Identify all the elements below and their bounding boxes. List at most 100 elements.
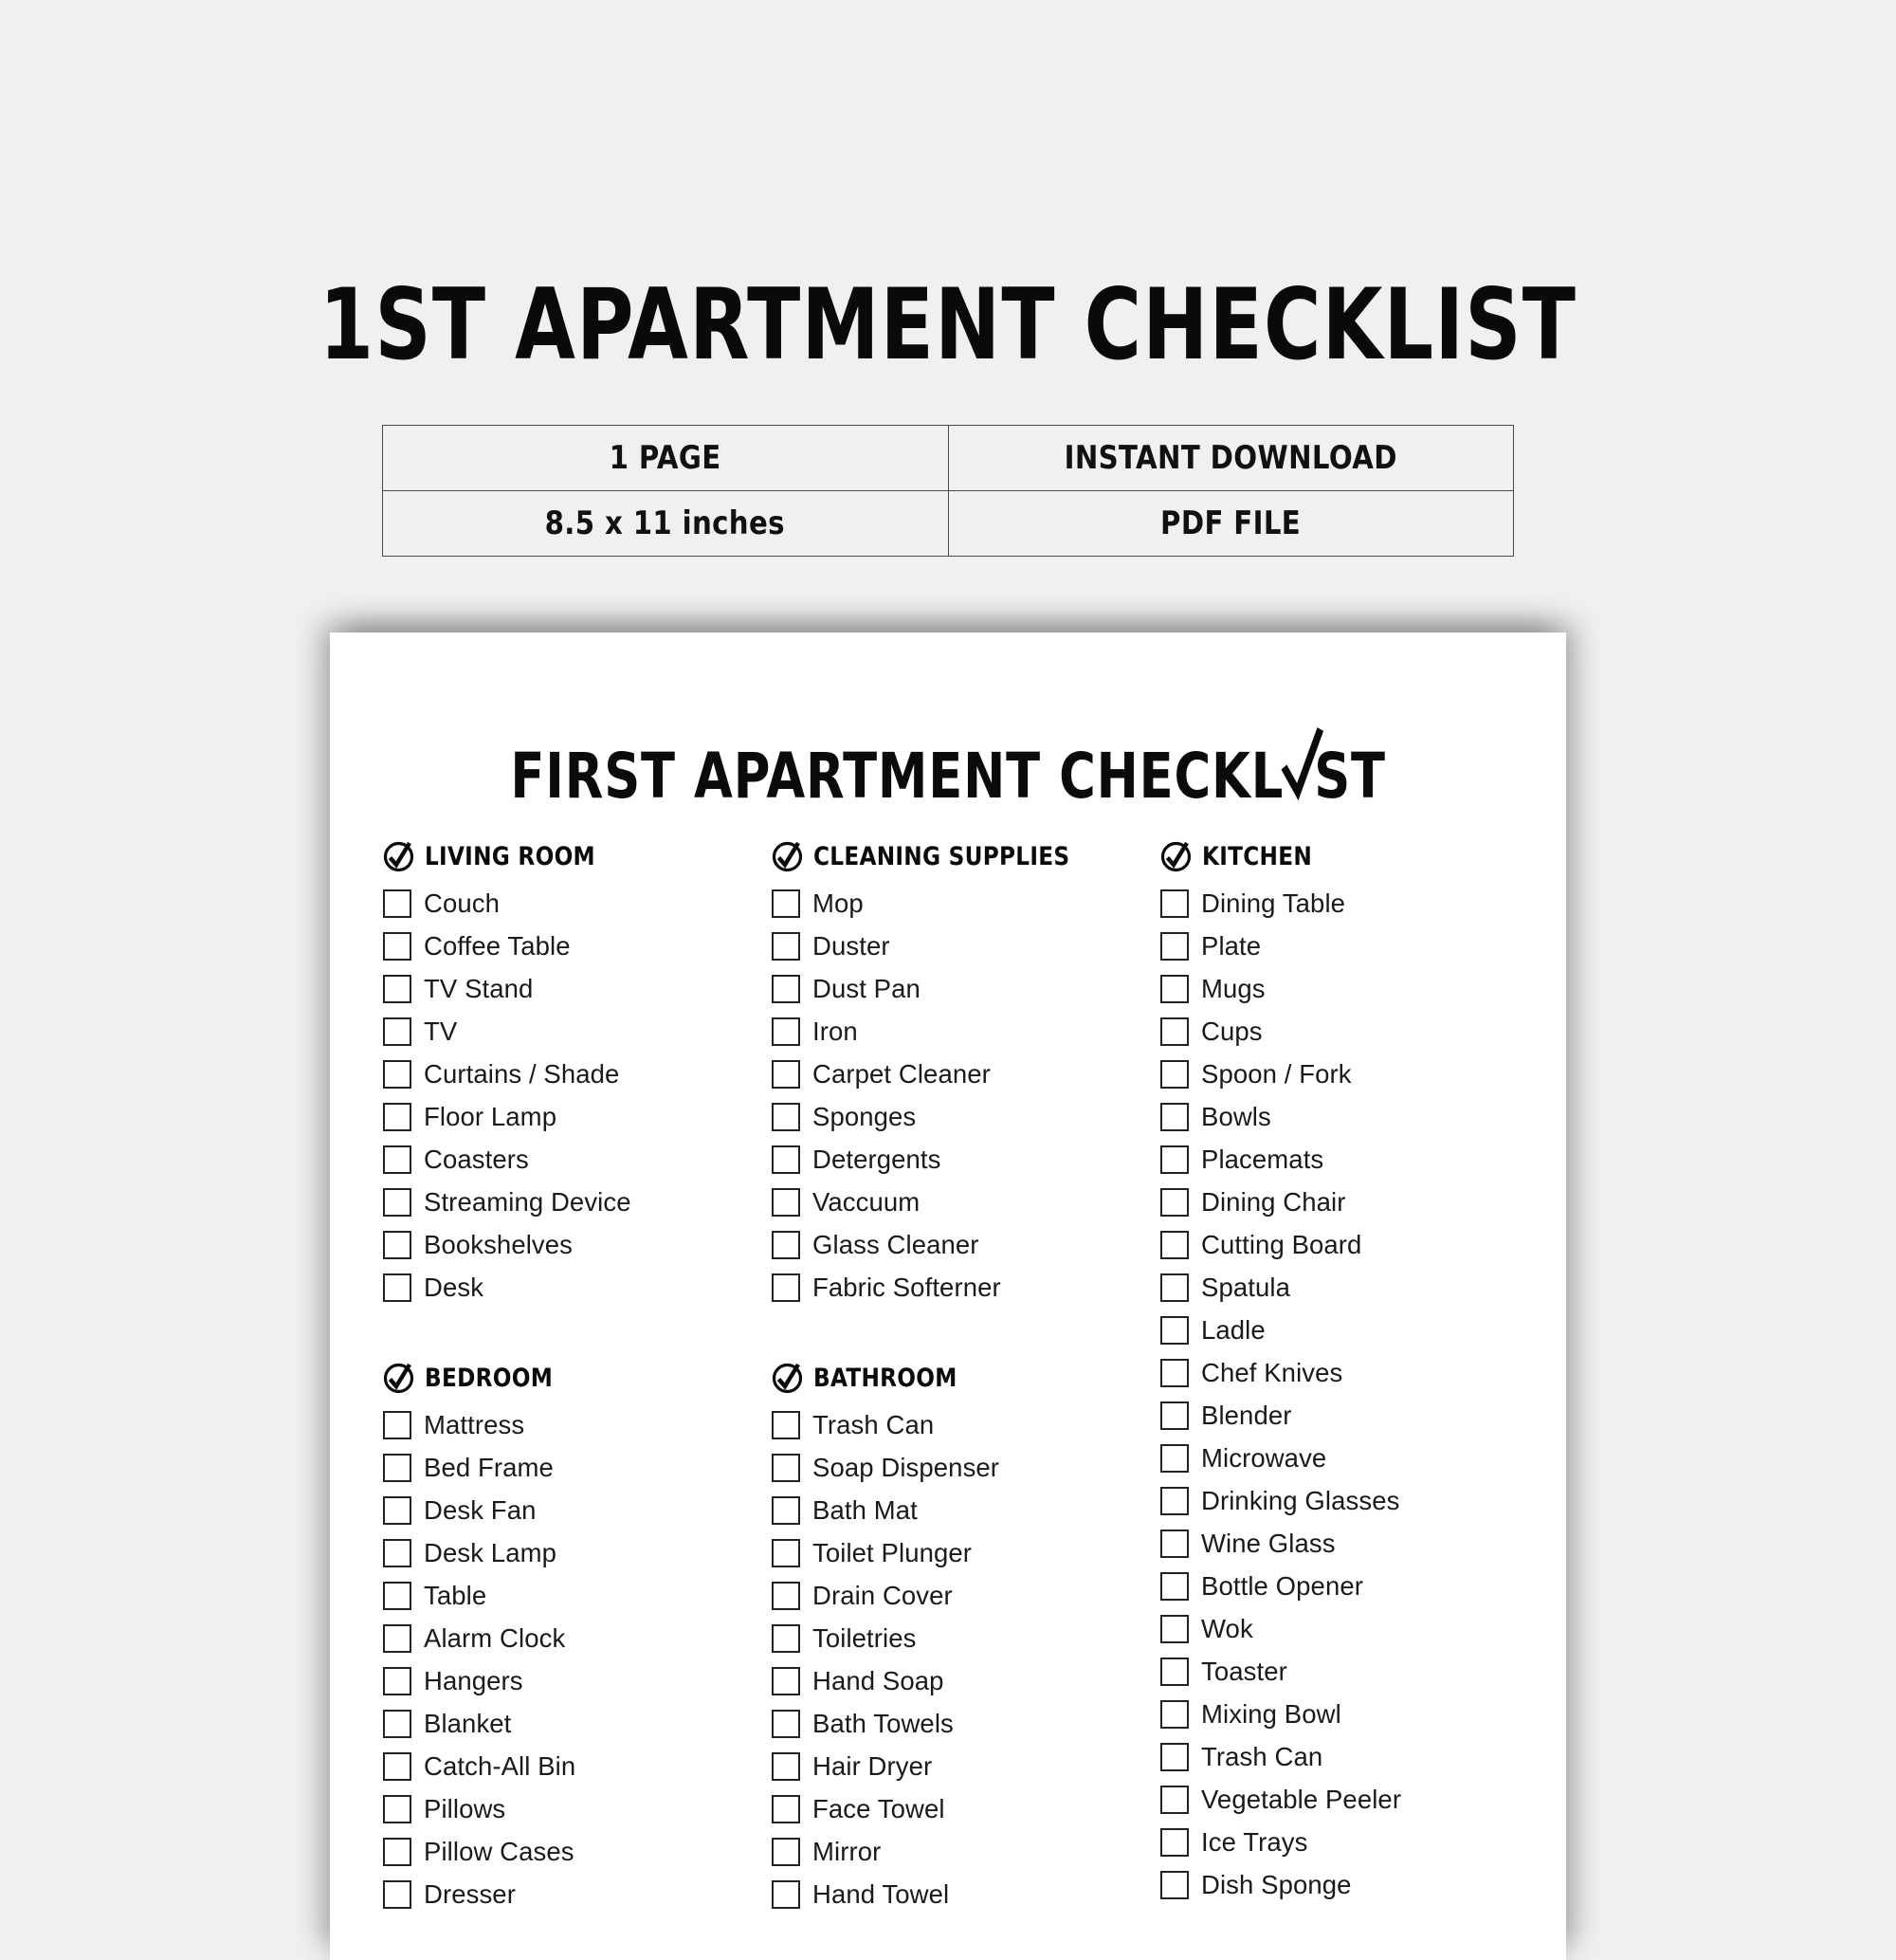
checkbox[interactable] bbox=[772, 1623, 800, 1653]
checkbox[interactable] bbox=[772, 1879, 800, 1909]
checkbox[interactable] bbox=[383, 1410, 411, 1439]
checkbox[interactable] bbox=[383, 1187, 411, 1217]
checkbox[interactable] bbox=[1160, 1059, 1189, 1089]
checklist-item[interactable]: Bottle Opener bbox=[1160, 1565, 1540, 1607]
checklist-item[interactable]: Sponges bbox=[772, 1095, 1151, 1138]
checklist-item[interactable]: Hair Dryer bbox=[772, 1745, 1151, 1787]
checklist-item[interactable]: Pillow Cases bbox=[383, 1830, 762, 1873]
checklist-item[interactable]: Coasters bbox=[383, 1138, 762, 1181]
checkbox[interactable] bbox=[772, 1017, 800, 1046]
checklist-item[interactable]: Soap Dispenser bbox=[772, 1446, 1151, 1489]
checkbox[interactable] bbox=[383, 1581, 411, 1610]
checklist-item[interactable]: Drinking Glasses bbox=[1160, 1479, 1540, 1522]
checklist-item[interactable]: TV bbox=[383, 1010, 762, 1053]
checklist-item[interactable]: Microwave bbox=[1160, 1437, 1540, 1479]
checkbox[interactable] bbox=[1160, 1870, 1189, 1899]
checkbox[interactable] bbox=[772, 1273, 800, 1302]
checklist-item[interactable]: Dresser bbox=[383, 1873, 762, 1915]
checkbox[interactable] bbox=[772, 1453, 800, 1482]
checklist-item[interactable]: Duster bbox=[772, 925, 1151, 967]
checklist-item[interactable]: Blanket bbox=[383, 1702, 762, 1745]
checklist-item[interactable]: Curtains / Shade bbox=[383, 1053, 762, 1095]
checklist-item[interactable]: Plate bbox=[1160, 925, 1540, 967]
checkbox[interactable] bbox=[383, 1102, 411, 1131]
checklist-item[interactable]: Drain Cover bbox=[772, 1574, 1151, 1617]
checkbox[interactable] bbox=[772, 931, 800, 961]
checklist-item[interactable]: Glass Cleaner bbox=[772, 1223, 1151, 1266]
checkbox[interactable] bbox=[1160, 1102, 1189, 1131]
checklist-item[interactable]: Pillows bbox=[383, 1787, 762, 1830]
checkbox[interactable] bbox=[383, 1273, 411, 1302]
checklist-item[interactable]: Bed Frame bbox=[383, 1446, 762, 1489]
checklist-item[interactable]: Iron bbox=[772, 1010, 1151, 1053]
checklist-item[interactable]: Hand Towel bbox=[772, 1873, 1151, 1915]
checkbox[interactable] bbox=[1160, 1657, 1189, 1686]
checkbox[interactable] bbox=[383, 1230, 411, 1259]
checklist-item[interactable]: Ice Trays bbox=[1160, 1821, 1540, 1863]
checklist-item[interactable]: Spoon / Fork bbox=[1160, 1053, 1540, 1095]
checkbox[interactable] bbox=[772, 1059, 800, 1089]
checklist-item[interactable]: Cutting Board bbox=[1160, 1223, 1540, 1266]
checklist-item[interactable]: Ladle bbox=[1160, 1309, 1540, 1351]
checklist-item[interactable]: Couch bbox=[383, 882, 762, 925]
checkbox[interactable] bbox=[383, 1538, 411, 1567]
checklist-item[interactable]: Dust Pan bbox=[772, 967, 1151, 1010]
checkbox[interactable] bbox=[772, 1666, 800, 1695]
checklist-item[interactable]: Wok bbox=[1160, 1607, 1540, 1650]
checkbox[interactable] bbox=[383, 1751, 411, 1781]
checkbox[interactable] bbox=[772, 1410, 800, 1439]
checkbox[interactable] bbox=[1160, 1315, 1189, 1345]
checkbox[interactable] bbox=[772, 974, 800, 1003]
checkbox[interactable] bbox=[1160, 1358, 1189, 1387]
checklist-item[interactable]: Toilet Plunger bbox=[772, 1531, 1151, 1574]
checklist-item[interactable]: Face Towel bbox=[772, 1787, 1151, 1830]
checkbox[interactable] bbox=[1160, 1443, 1189, 1473]
checkbox[interactable] bbox=[383, 1623, 411, 1653]
checkbox[interactable] bbox=[1160, 1486, 1189, 1515]
checkbox[interactable] bbox=[383, 1059, 411, 1089]
checklist-item[interactable]: Toiletries bbox=[772, 1617, 1151, 1659]
checklist-item[interactable]: Coffee Table bbox=[383, 925, 762, 967]
checklist-item[interactable]: Mugs bbox=[1160, 967, 1540, 1010]
checkbox[interactable] bbox=[1160, 1699, 1189, 1729]
checklist-item[interactable]: Mattress bbox=[383, 1403, 762, 1446]
checkbox[interactable] bbox=[1160, 888, 1189, 918]
checkbox[interactable] bbox=[383, 1709, 411, 1738]
checkbox[interactable] bbox=[383, 1017, 411, 1046]
checkbox[interactable] bbox=[772, 1495, 800, 1525]
checklist-item[interactable]: Catch-All Bin bbox=[383, 1745, 762, 1787]
checkbox[interactable] bbox=[1160, 1017, 1189, 1046]
checklist-item[interactable]: Wine Glass bbox=[1160, 1522, 1540, 1565]
checklist-item[interactable]: Dining Chair bbox=[1160, 1181, 1540, 1223]
checklist-item[interactable]: Streaming Device bbox=[383, 1181, 762, 1223]
checklist-item[interactable]: Placemats bbox=[1160, 1138, 1540, 1181]
checklist-item[interactable]: Desk Fan bbox=[383, 1489, 762, 1531]
checklist-item[interactable]: Mixing Bowl bbox=[1160, 1693, 1540, 1735]
checkbox[interactable] bbox=[1160, 1529, 1189, 1558]
checkbox[interactable] bbox=[383, 974, 411, 1003]
checkbox[interactable] bbox=[772, 1187, 800, 1217]
checkbox[interactable] bbox=[1160, 974, 1189, 1003]
checkbox[interactable] bbox=[772, 1837, 800, 1866]
checkbox[interactable] bbox=[383, 1666, 411, 1695]
checklist-item[interactable]: Bookshelves bbox=[383, 1223, 762, 1266]
checklist-item[interactable]: Cups bbox=[1160, 1010, 1540, 1053]
checklist-item[interactable]: Toaster bbox=[1160, 1650, 1540, 1693]
checkbox[interactable] bbox=[772, 1230, 800, 1259]
checkbox[interactable] bbox=[772, 1794, 800, 1823]
checklist-item[interactable]: Trash Can bbox=[1160, 1735, 1540, 1778]
checkbox[interactable] bbox=[772, 1145, 800, 1174]
checklist-item[interactable]: Carpet Cleaner bbox=[772, 1053, 1151, 1095]
checkbox[interactable] bbox=[772, 888, 800, 918]
checkbox[interactable] bbox=[1160, 931, 1189, 961]
checklist-item[interactable]: Desk bbox=[383, 1266, 762, 1309]
checkbox[interactable] bbox=[383, 931, 411, 961]
checklist-item[interactable]: Vaccuum bbox=[772, 1181, 1151, 1223]
checkbox[interactable] bbox=[383, 1837, 411, 1866]
checkbox[interactable] bbox=[772, 1751, 800, 1781]
checkbox[interactable] bbox=[772, 1102, 800, 1131]
checkbox[interactable] bbox=[1160, 1742, 1189, 1771]
checkbox[interactable] bbox=[772, 1581, 800, 1610]
checklist-item[interactable]: Bowls bbox=[1160, 1095, 1540, 1138]
checklist-item[interactable]: Detergents bbox=[772, 1138, 1151, 1181]
